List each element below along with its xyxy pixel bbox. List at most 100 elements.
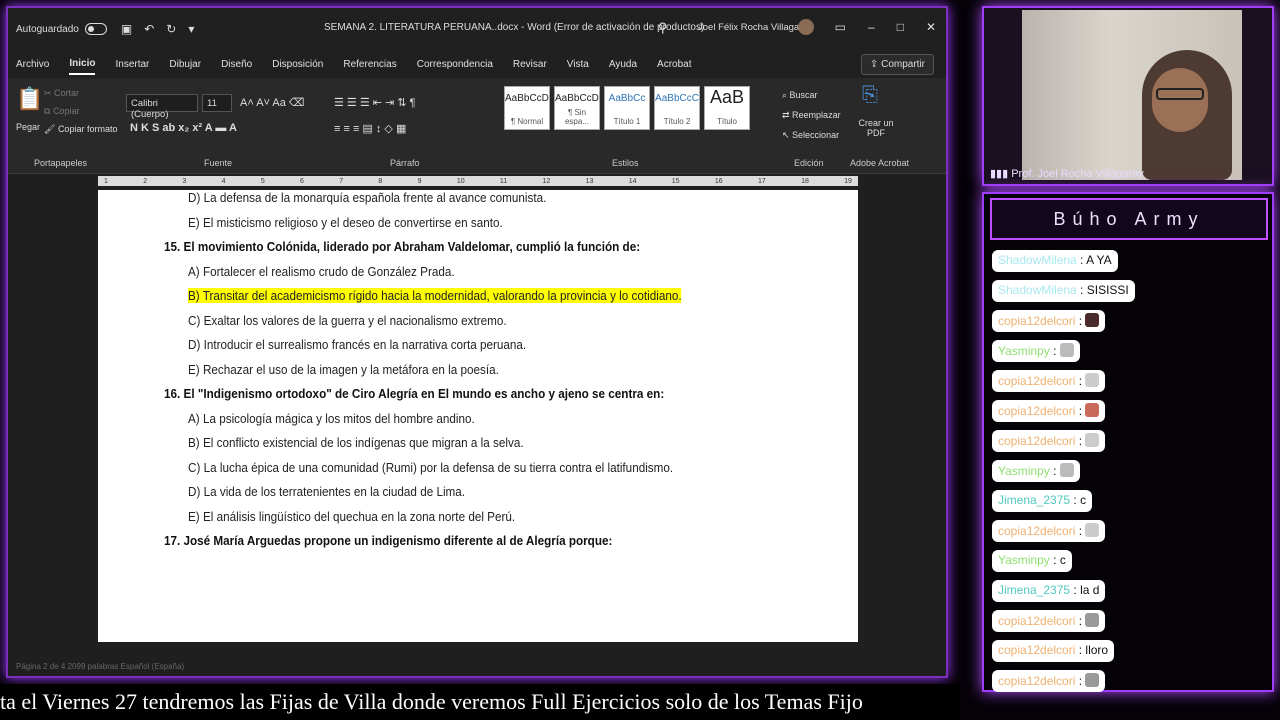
news-ticker: ta el Viernes 27 tendremos las Fijas de … xyxy=(0,684,960,720)
menu-tab-revisar[interactable]: Revisar xyxy=(513,55,547,74)
quick-access-chevron-icon[interactable]: ▾ xyxy=(188,22,194,36)
minimize-icon[interactable]: – xyxy=(868,20,875,34)
user-name: Joel Félix Rocha Villagaray xyxy=(698,22,813,33)
chat-message: Yasminpy : xyxy=(992,340,1080,362)
chat-username[interactable]: copia12delcori xyxy=(998,434,1075,448)
font-format-icons[interactable]: N K S ab x₂ x² A ▬ A xyxy=(130,122,237,134)
menu-tab-acrobat[interactable]: Acrobat xyxy=(657,55,691,74)
search-icon[interactable]: ⚲ xyxy=(658,20,668,36)
chat-username[interactable]: copia12delcori xyxy=(998,404,1075,418)
chat-text: la d xyxy=(1080,583,1100,597)
paste-button[interactable]: Pegar xyxy=(16,122,40,132)
paste-icon[interactable]: 📋 xyxy=(16,86,43,112)
document-page[interactable]: D) La defensa de la monarquía española f… xyxy=(98,190,858,642)
chat-username[interactable]: copia12delcori xyxy=(998,524,1075,538)
create-pdf-button[interactable]: Crear un PDF xyxy=(858,118,894,138)
style-preview: AaBbCc xyxy=(608,93,646,104)
question-text: 17. José María Arguedas propone un indig… xyxy=(164,533,612,548)
chat-username[interactable]: ShadowMilena xyxy=(998,253,1077,267)
style-card[interactable]: AaBbCcDc ¶ Sin espa... xyxy=(554,86,600,130)
menu-tab-disposición[interactable]: Disposición xyxy=(272,55,323,74)
copy-button[interactable]: ⧉ Copiar xyxy=(44,106,79,117)
menu-tab-insertar[interactable]: Insertar xyxy=(115,55,149,74)
save-icon[interactable]: ▣ xyxy=(121,22,132,36)
chat-username[interactable]: copia12delcori xyxy=(998,314,1075,328)
style-name: ¶ Sin espa... xyxy=(564,108,589,126)
answer-option: D) La defensa de la monarquía española f… xyxy=(188,190,546,205)
grow-font-icon[interactable]: A˄ A˅ Aa ⌫ xyxy=(240,96,305,109)
line-text: C) La lucha épica de una comunidad (Rumi… xyxy=(188,459,674,475)
answer-option: E) Rechazar el uso de la imagen y la met… xyxy=(188,362,499,377)
line-text: 16. El "Indigenismo ortodoxo" de Ciro Al… xyxy=(164,386,665,401)
maximize-icon[interactable]: □ xyxy=(897,20,904,34)
chat-username[interactable]: Yasminpy xyxy=(998,553,1050,567)
chat-username[interactable]: copia12delcori xyxy=(998,674,1075,688)
webcam-panel: ▮▮▮ Prof. Joel Rocha Villagaray xyxy=(982,6,1274,186)
title-bar: Autoguardado ▣ ↶ ↻ ▾ SEMANA 2. LITERATUR… xyxy=(8,8,946,50)
chat-username[interactable]: Yasminpy xyxy=(998,464,1050,478)
glasses xyxy=(1156,88,1204,100)
chat-username[interactable]: copia12delcori xyxy=(998,614,1075,628)
find-button[interactable]: ⌕ Buscar xyxy=(782,90,818,101)
avatar[interactable] xyxy=(798,19,814,35)
autosave-label: Autoguardado xyxy=(16,23,79,35)
chat-username[interactable]: Jimena_2375 xyxy=(998,583,1070,597)
ruler: 1 2 3 4 5 6 7 8 9 10 11 12 13 14 15 16 17 18 19 xyxy=(8,174,946,188)
font-family-select[interactable]: Calibri (Cuerpo) xyxy=(126,94,198,120)
ribbon-display-icon[interactable]: ▭ xyxy=(835,20,846,34)
menu-tab-referencias[interactable]: Referencias xyxy=(343,55,396,74)
redo-icon[interactable]: ↻ xyxy=(166,22,176,36)
menu-tab-correspondencia[interactable]: Correspondencia xyxy=(417,55,493,74)
style-name: Título 1 xyxy=(613,117,641,126)
close-icon[interactable]: ✕ xyxy=(926,20,936,34)
question-text: 15. El movimiento Colónida, liderado por… xyxy=(164,239,640,254)
font-size-select[interactable]: 11 xyxy=(202,94,232,112)
chat-username[interactable]: ShadowMilena xyxy=(998,283,1077,297)
chat-text: lloro xyxy=(1085,643,1109,657)
chat-message: copia12delcori : xyxy=(992,610,1106,632)
autosave-toggle[interactable] xyxy=(84,23,107,35)
menu-tab-archivo[interactable]: Archivo xyxy=(16,55,49,74)
share-button[interactable]: ⇪ Compartir xyxy=(860,54,934,75)
chat-message: copia12delcori : xyxy=(992,670,1106,692)
line-text: 17. José María Arguedas propone un indig… xyxy=(164,533,613,548)
replace-button[interactable]: ⇄ Reemplazar xyxy=(782,110,841,121)
ruler-tick: 6 xyxy=(300,177,304,185)
format-painter-button[interactable]: 🖌 Copiar formato xyxy=(44,124,117,135)
menu-tab-vista[interactable]: Vista xyxy=(567,55,589,74)
align-icons[interactable]: ≡ ≡ ≡ ▤ ↕ ◇ ▦ xyxy=(334,122,406,135)
list-icons[interactable]: ☰ ☰ ☰ ⇤ ⇥ ⇅ ¶ xyxy=(334,96,415,109)
ribbon-group-label: Edición xyxy=(794,158,824,168)
emote-icon xyxy=(1085,433,1100,447)
style-name: Título 2 xyxy=(663,117,691,126)
chat-username[interactable]: Jimena_2375 xyxy=(998,493,1070,507)
ruler-tick: 13 xyxy=(585,177,594,185)
style-card[interactable]: AaBbCc Título 1 xyxy=(604,86,650,130)
style-card[interactable]: AaBbCcC Título 2 xyxy=(654,86,700,130)
menu-tab-diseño[interactable]: Diseño xyxy=(221,55,252,74)
chat-username[interactable]: Yasminpy xyxy=(998,344,1050,358)
ruler-tick: 8 xyxy=(378,177,383,185)
style-card[interactable]: AaBbCcDc ¶ Normal xyxy=(504,86,550,130)
style-card[interactable]: AaB Título xyxy=(704,86,750,130)
menu-tab-inicio[interactable]: Inicio xyxy=(69,54,96,75)
answer-option: E) El análisis lingüístico del quechua e… xyxy=(188,509,515,524)
select-button[interactable]: ↖ Seleccionar xyxy=(782,130,839,141)
undo-icon[interactable]: ↶ xyxy=(144,22,154,36)
chat-message: copia12delcori : xyxy=(992,400,1106,422)
chat-panel: Búho Army ShadowMilena : A YA ShadowMilen… xyxy=(982,192,1274,692)
line-text: A) La psicología mágica y los mitos del … xyxy=(188,410,475,426)
pdf-icon[interactable]: ⎘ xyxy=(862,84,878,107)
menu-tab-dibujar[interactable]: Dibujar xyxy=(169,55,201,74)
chat-username[interactable]: copia12delcori xyxy=(998,643,1075,657)
chat-username[interactable]: copia12delcori xyxy=(998,374,1075,388)
ruler-tick: 19 xyxy=(844,177,852,185)
ruler-tick: 15 xyxy=(671,177,680,185)
answer-option: C) La lucha épica de una comunidad (Rumi… xyxy=(188,460,673,475)
ruler-tick: 3 xyxy=(182,177,187,185)
ruler-tick: 11 xyxy=(499,177,508,185)
cut-button[interactable]: ✂ Cortar xyxy=(44,88,79,99)
menu-tab-ayuda[interactable]: Ayuda xyxy=(609,55,637,74)
answer-option: A) Fortalecer el realismo crudo de Gonzá… xyxy=(188,264,455,279)
chat-text: c xyxy=(1080,493,1087,507)
